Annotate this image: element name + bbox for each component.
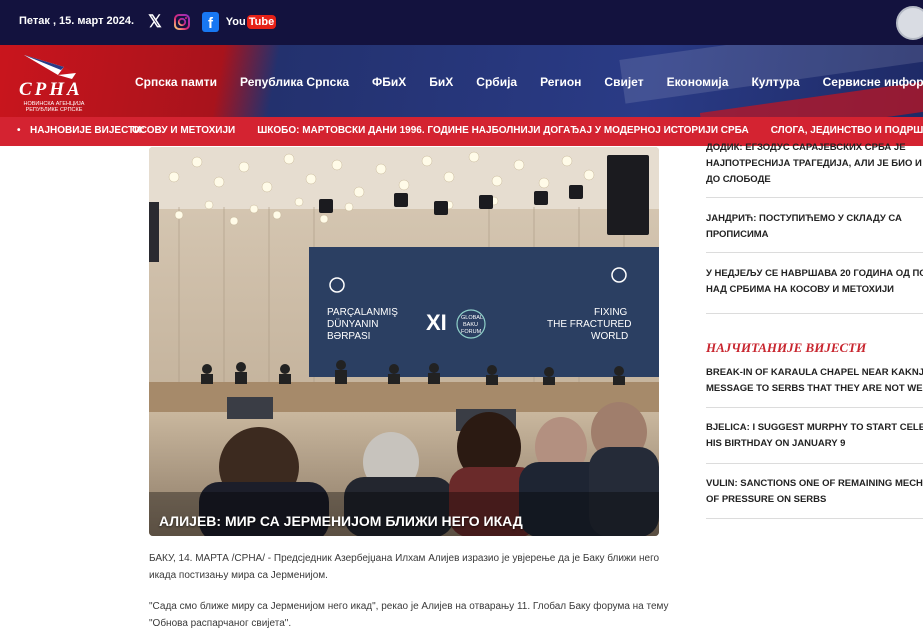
article-paragraph-2-line-2: "Обнова распарчаног свијета". (149, 618, 292, 629)
screen-center-text-3: FORUM (461, 329, 482, 335)
logo-subtitle-line2: РЕПУБЛИКЕ СРПСКЕ (25, 107, 83, 113)
menu-item-region[interactable]: Регион (540, 75, 581, 89)
top-bar: Петак , 15. март 2024. 𝕏 f You Tube (0, 0, 923, 45)
menu-item-svijet[interactable]: Свијет (604, 75, 643, 89)
article-paragraph-2: "Сада смо ближе миру са Јерменијом него … (149, 598, 669, 632)
ticker-item[interactable]: ОСОВУ И МЕТОХИЈИ (132, 125, 235, 136)
current-date: Петак , 15. март 2024. (19, 15, 135, 27)
menu-item-ekonomija[interactable]: Економија (667, 75, 729, 89)
main-navigation: СРНА НОВИНСКА АГЕНЦИЈА РЕПУБЛИКЕ СРПСКЕ … (0, 45, 923, 117)
most-read-title-line: BREAK-IN OF KARAULA CHAPEL NEAR KAKNJ - (706, 367, 923, 378)
sidebar-news-item[interactable]: ЈАНДРИЋ: ПОСТУПИЋЕМО У СКЛАДУ СА ПРОПИСИ… (706, 211, 923, 243)
srna-logo[interactable]: СРНА НОВИНСКА АГЕНЦИЈА РЕПУБЛИКЕ СРПСКЕ (14, 49, 92, 113)
article-paragraph-1-line-1: БАКУ, 14. МАРТА /СРНА/ - Предсједник Азе… (149, 553, 660, 564)
news-title-line: ЈАНДРИЋ: ПОСТУПИЋЕМО У СКЛАДУ СА (706, 213, 902, 224)
screen-right-text-1: FIXING (594, 307, 628, 318)
menu-item-servisne-informacije[interactable]: Сервисне информације (823, 75, 923, 89)
sidebar-divider (706, 197, 923, 198)
youtube-icon[interactable]: You Tube (226, 13, 277, 31)
instagram-glyph-icon (174, 14, 190, 30)
news-title-line: ДОДИК: ЕГЗОДУС САРАЈЕВСКИХ СРБА ЈЕ (706, 142, 906, 153)
sidebar-news-item[interactable]: У НЕДЈЕЉУ СЕ НАВРШАВА 20 ГОДИНА ОД ПОГРО… (706, 266, 923, 298)
conference-photo: PARÇALANMIŞ DÜNYANIN BƏRPASI XI GLOBAL B… (149, 147, 659, 536)
most-read-title-line: VULIN: SANCTIONS ONE OF REMAINING MECHAN… (706, 478, 923, 489)
most-read-item[interactable]: VULIN: SANCTIONS ONE OF REMAINING MECHAN… (706, 476, 923, 508)
most-read-title-line: HIS BIRTHDAY ON JANUARY 9 (706, 438, 846, 449)
pen-logo-icon (24, 55, 76, 79)
featured-article-title[interactable]: АЛИЈЕВ: МИР СА ЈЕРМЕНИЈОМ БЛИЖИ НЕГО ИКА… (159, 513, 523, 529)
logo-subtitle: НОВИНСКА АГЕНЦИЈА РЕПУБЛИКЕ СРПСКЕ (17, 101, 91, 113)
menu-item-srbija[interactable]: Србија (476, 75, 517, 89)
ticker-label: НАЈНОВИЈЕ ВИЈЕСТИ: (30, 125, 145, 136)
most-read-item[interactable]: BJELICA: I SUGGEST MURPHY TO START CELEB… (706, 420, 923, 452)
news-title-line: ДО СЛОБОДЕ (706, 174, 771, 185)
menu-item-kultura[interactable]: Култура (751, 75, 799, 89)
most-read-title-line: BJELICA: I SUGGEST MURPHY TO START CELEB… (706, 422, 923, 433)
screen-right-text-3: WORLD (591, 331, 628, 342)
sidebar-divider (706, 463, 923, 464)
article-paragraph-1: БАКУ, 14. МАРТА /СРНА/ - Предсједник Азе… (149, 550, 669, 584)
menu-item-bih[interactable]: БиХ (429, 75, 453, 89)
screen-center-text-2: BAKU (463, 322, 478, 328)
most-read-item[interactable]: BREAK-IN OF KARAULA CHAPEL NEAR KAKNJ - … (706, 365, 923, 397)
most-read-title-line: OF PRESSURE ON SERBS (706, 494, 827, 505)
ticker-item[interactable]: СЛОГА, ЈЕДИНСТВО И ПОДРШКА ИНСТИТУЦИЈАМА… (771, 125, 923, 136)
article-paragraph-1-line-2: икада постизању мира са Јерменијом. (149, 570, 328, 581)
article-paragraph-2-line-1: "Сада смо ближе миру са Јерменијом него … (149, 601, 669, 612)
ticker-items: ОСОВУ И МЕТОХИЈИ ШКОБО: МАРТОВСКИ ДАНИ 19… (132, 125, 923, 136)
sidebar-divider (706, 252, 923, 253)
menu-list: Српска памти Република Српска ФБиХ БиХ С… (135, 75, 923, 89)
ticker-item[interactable]: ШКОБО: МАРТОВСКИ ДАНИ 1996. ГОДИНЕ НАЈБО… (257, 125, 749, 136)
news-title-line: ПРОПИСИМА (706, 229, 769, 240)
screen-left-text-2: DÜNYANIN (327, 318, 378, 330)
youtube-tube-text: Tube (246, 15, 277, 29)
screen-center-roman: XI (426, 310, 447, 335)
instagram-icon[interactable] (173, 11, 191, 33)
sidebar-divider (706, 407, 923, 408)
ticker-bullet: • (17, 125, 21, 136)
sidebar-divider (706, 313, 923, 314)
news-title-line: У НЕДЈЕЉУ СЕ НАВРШАВА 20 ГОДИНА ОД ПОГРО (706, 268, 923, 279)
user-avatar-button[interactable] (896, 6, 923, 40)
youtube-you-text: You (225, 16, 246, 28)
screen-right-text-2: THE FRACTURED (547, 319, 631, 330)
most-read-heading: НАЈЧИТАНИЈЕ ВИЈЕСТИ (706, 340, 867, 355)
menu-item-srpska-pamti[interactable]: Српска памти (135, 75, 217, 89)
most-read-title-line: MESSAGE TO SERBS THAT THEY ARE NOT WELCO… (706, 383, 923, 394)
news-title-line: НАЈПОТРЕСНИЈА ТРАГЕДИЈА, АЛИ ЈЕ БИО И ЕГ… (706, 158, 923, 169)
sidebar-news-item[interactable]: ДОДИК: ЕГЗОДУС САРАЈЕВСКИХ СРБА ЈЕ НАЈПО… (706, 140, 923, 188)
logo-wordmark: СРНА (19, 79, 83, 100)
featured-article-image[interactable]: PARÇALANMIŞ DÜNYANIN BƏRPASI XI GLOBAL B… (149, 147, 659, 536)
menu-item-republika-srpska[interactable]: Република Српска (240, 75, 349, 89)
sidebar-divider (706, 518, 923, 519)
screen-center-text-1: GLOBAL (461, 315, 483, 321)
menu-item-fbih[interactable]: ФБиХ (372, 75, 406, 89)
news-title-line: НАД СРБИМА НА КОСОВУ И МЕТОХИЈИ (706, 284, 894, 295)
screen-left-text-3: BƏRPASI (327, 331, 370, 342)
screen-left-text-1: PARÇALANMIŞ (327, 307, 398, 318)
x-twitter-icon[interactable]: 𝕏 (146, 11, 164, 33)
facebook-icon[interactable]: f (202, 12, 219, 32)
